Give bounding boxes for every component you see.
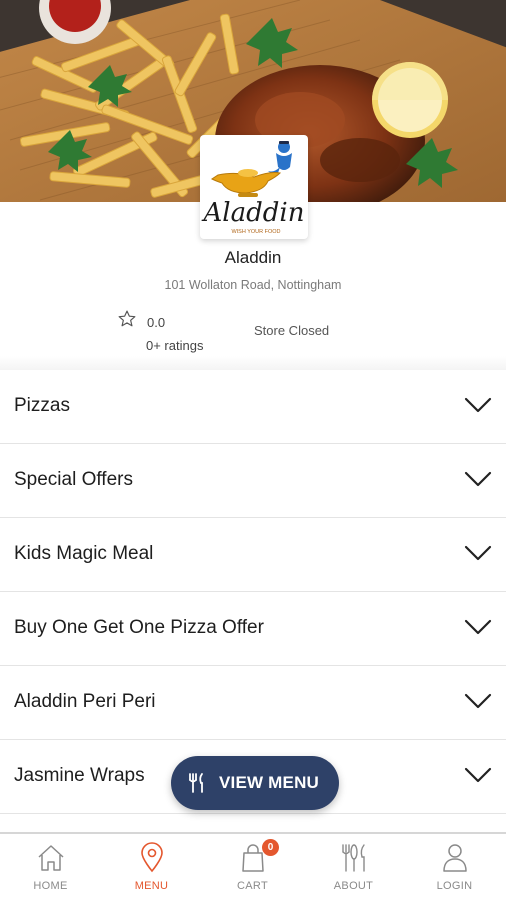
category-label: Jasmine Wraps: [14, 765, 145, 786]
home-icon: [38, 845, 64, 871]
nav-home-label: HOME: [33, 880, 68, 892]
category-row-bogo-pizza[interactable]: Buy One Get One Pizza Offer: [0, 592, 506, 666]
nav-cart[interactable]: 0 CART: [202, 834, 303, 900]
category-label: Pizzas: [14, 395, 70, 416]
cutlery-icon: [342, 844, 365, 872]
logo-wordmark: Aladdin: [202, 198, 305, 228]
rating-value: 0.0: [147, 315, 166, 330]
category-label: Buy One Get One Pizza Offer: [14, 617, 264, 638]
logo-tagline: WISH YOUR FOOD: [231, 229, 280, 235]
chevron-down-icon: [464, 545, 492, 561]
nav-about[interactable]: ABOUT: [303, 834, 404, 900]
store-address: 101 Wollaton Road, Nottingham: [164, 278, 342, 292]
nav-menu-label: MENU: [134, 880, 169, 892]
rating-count: 0+ ratings: [146, 338, 204, 353]
fork-knife-icon: [189, 773, 203, 793]
category-label: Kids Magic Meal: [14, 543, 154, 564]
nav-login-label: LOGIN: [436, 880, 473, 892]
category-row-peri-peri[interactable]: Aladdin Peri Peri: [0, 666, 506, 740]
star-icon: [118, 310, 136, 327]
view-menu-label: VIEW MENU: [219, 773, 320, 792]
chevron-down-icon: [464, 767, 492, 783]
chevron-down-icon: [464, 397, 492, 413]
magic-lamp-logo: Aladdin WISH YOUR FOOD: [202, 141, 305, 235]
category-label: Aladdin Peri Peri: [14, 691, 156, 712]
category-row-pizzas[interactable]: Pizzas: [0, 370, 506, 444]
category-row-special-offers[interactable]: Special Offers: [0, 444, 506, 518]
nav-login[interactable]: LOGIN: [404, 834, 505, 900]
nav-cart-label: CART: [237, 880, 268, 892]
chevron-down-icon: [464, 471, 492, 487]
section-divider: [0, 356, 506, 370]
chevron-down-icon: [464, 693, 492, 709]
location-pin-icon: [141, 842, 163, 873]
category-list: Pizzas Special Offers Kids Magic Meal Bu…: [0, 370, 506, 814]
category-row-kids-magic-meal[interactable]: Kids Magic Meal: [0, 518, 506, 592]
bottom-navigation: HOME MENU 0 CART ABOUT LOGIN: [0, 832, 506, 900]
category-label: Special Offers: [14, 469, 133, 490]
store-logo: Aladdin WISH YOUR FOOD: [200, 135, 308, 239]
view-menu-button[interactable]: VIEW MENU: [171, 756, 339, 810]
nav-about-label: ABOUT: [333, 880, 374, 892]
nav-home[interactable]: HOME: [0, 834, 101, 900]
nav-menu[interactable]: MENU: [101, 834, 202, 900]
store-status: Store Closed: [254, 323, 330, 338]
user-icon: [443, 844, 467, 872]
store-name: Aladdin: [224, 248, 282, 267]
cart-badge: 0: [262, 839, 279, 856]
chevron-down-icon: [464, 619, 492, 635]
